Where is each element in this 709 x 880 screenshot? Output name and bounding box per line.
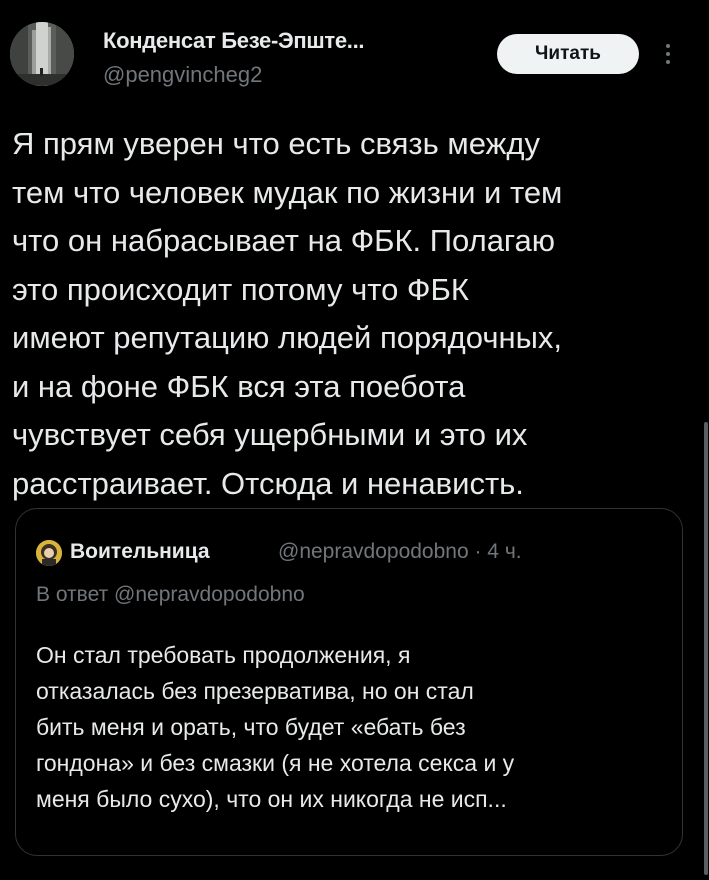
follow-button[interactable]: Читать (497, 34, 639, 74)
scrollbar[interactable] (704, 422, 708, 875)
quote-line: Он стал требовать продолжения, я (36, 642, 411, 668)
tweet-line: и на фоне ФБК вся эта поебота (12, 368, 466, 404)
tweet-line: что он набрасывает на ФБК. Полагаю (12, 223, 556, 258)
author-name[interactable]: Конденсат Безе-Эпште... (103, 28, 365, 54)
tweet-text: Я прям уверен что есть связь между тем ч… (12, 120, 702, 508)
quote-author-name[interactable]: Воительница (70, 540, 210, 564)
avatar-waterfall-image (10, 22, 74, 86)
more-options-icon[interactable] (656, 34, 680, 74)
author-handle[interactable]: @pengvincheg2 (103, 62, 262, 88)
quote-line: отказалась без презерватива, но он стал (36, 678, 474, 704)
quote-text: Он стал требовать продолжения, я отказал… (36, 637, 676, 817)
tweet-header: Конденсат Безе-Эпште... @pengvincheg2 Чи… (0, 0, 709, 110)
quote-line: гондона» и без смазки (я не хотела секса… (36, 750, 515, 776)
tweet-line: чувствует себя ущербными и это их (12, 417, 528, 452)
quote-handle-time[interactable]: @nepravdopodobno · 4 ч. (278, 540, 522, 564)
quoted-tweet-card[interactable]: Воительница @nepravdopodobno · 4 ч. В от… (15, 508, 683, 856)
tweet-line: имеют репутацию людей порядочных, (12, 320, 562, 355)
quote-author-avatar (36, 540, 62, 566)
tweet-line: это происходит потому что ФБК (12, 271, 469, 307)
tweet-line: Я прям уверен что есть связь между (12, 126, 540, 161)
quote-reply-to[interactable]: В ответ @nepravdopodobno (36, 583, 305, 607)
author-avatar[interactable] (10, 22, 74, 86)
quote-line: бить меня и орать, что будет «ебать без (36, 714, 466, 740)
quote-line: меня было сухо), что он их никогда не ис… (36, 786, 507, 812)
tweet-line: расстраивает. Отсюда и ненависть. (12, 465, 524, 501)
tweet-line: тем что человек мудак по жизни и тем (12, 174, 563, 210)
